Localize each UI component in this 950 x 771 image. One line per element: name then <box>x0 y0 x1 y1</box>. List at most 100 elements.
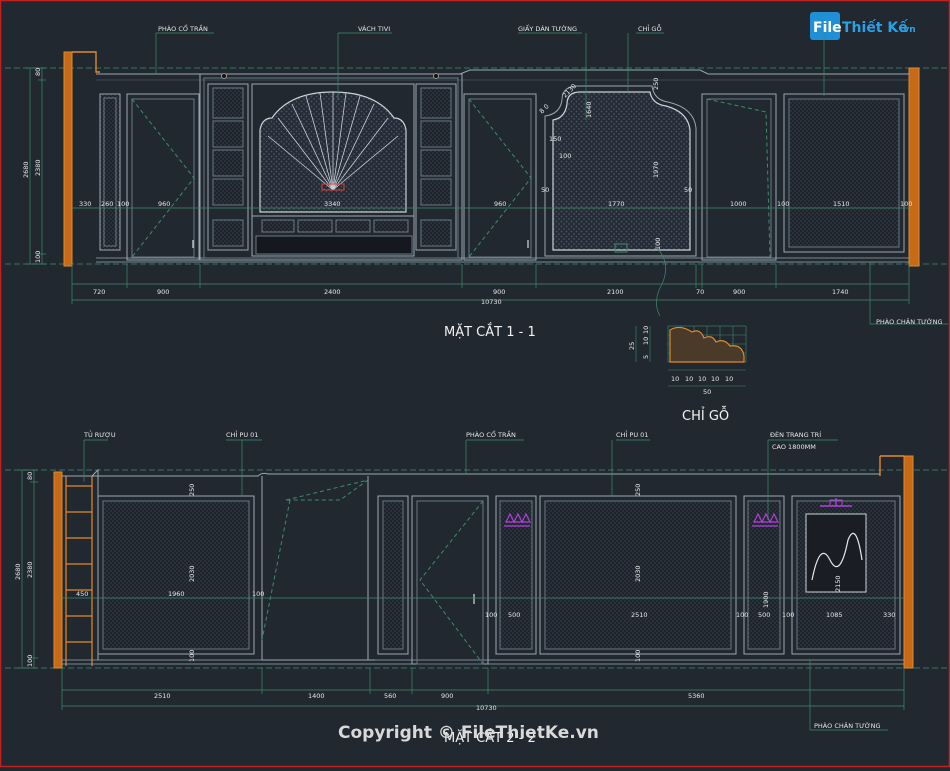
wallpaper-niche <box>544 85 697 257</box>
s2-inner-dim-4: 500 <box>508 611 520 619</box>
cad-drawing-canvas: File Thiết Kế .vn 2680 2380 80 100 330 2… <box>0 0 950 768</box>
s1-inner-dim-7: 1770 <box>608 200 625 208</box>
s1-niche-dim-2: 1970 <box>652 161 660 178</box>
detail-vdim-3: 5 <box>642 355 650 359</box>
s2-total-width: 10730 <box>476 704 497 712</box>
s1-bottom-dim-1: 900 <box>157 288 169 296</box>
tv-wall-unit <box>199 73 463 261</box>
s1-bottom-dim-3: 900 <box>493 288 505 296</box>
s2-height-bottom: 100 <box>26 655 34 667</box>
wall-panel-right <box>783 93 905 253</box>
s1-niche-dim-7: 250 <box>652 78 660 90</box>
label-phao-co-tran-2: PHÀO CỔ TRẦN <box>466 429 516 439</box>
logo-domain-text: .vn <box>900 25 916 35</box>
s1-inner-dim-9: 1000 <box>730 200 747 208</box>
s2-inner-dim-10: 330 <box>883 611 895 619</box>
s2-vert-dim-1: 2030 <box>188 565 196 582</box>
detail-hdim-4: 10 <box>725 375 733 383</box>
detail-title: CHỈ GỖ <box>682 406 729 424</box>
s1-niche-dim-4: 150 <box>549 135 561 143</box>
painting-panel <box>791 495 901 655</box>
s1-bottom-dim-6: 900 <box>733 288 745 296</box>
detail-hdim-1: 10 <box>685 375 693 383</box>
label-chi-pu-right: CHỈ PU 01 <box>616 430 648 439</box>
chi-go-detail: 25 10 10 5 10 10 10 10 10 50 CHỈ GỖ <box>628 325 747 424</box>
s2-vert-dim-3: 250 <box>634 484 642 496</box>
filethietke-logo: File Thiết Kế .vn <box>810 12 916 40</box>
label-phao-chan-tuong-2: PHÀO CHÂN TƯỜNG <box>814 721 881 730</box>
detail-vdim-1: 10 <box>642 326 650 334</box>
s1-inner-dim-1: 260 <box>101 200 113 208</box>
label-tu-ruou: TỦ RƯỢU <box>83 429 116 439</box>
s2-vert-dim-5: 100 <box>634 650 642 662</box>
logo-file-text: File <box>813 20 842 36</box>
s2-inner-dim-6: 100 <box>736 611 748 619</box>
s2-bottom-dim-2: 560 <box>384 692 396 700</box>
s2-vert-dim-4: 2030 <box>634 565 642 582</box>
s1-height-bottom: 100 <box>34 251 42 263</box>
s1-total-width: 10730 <box>481 298 502 306</box>
s1-bottom-dim-7: 1740 <box>832 288 849 296</box>
s2-inner-dim-0: 450 <box>76 590 88 598</box>
s2-inner-dim-8: 100 <box>782 611 794 619</box>
s1-bottom-dim-0: 720 <box>93 288 105 296</box>
right-wall-2 <box>903 455 914 669</box>
door-middle <box>463 93 537 261</box>
s1-inner-dim-3: 960 <box>158 200 170 208</box>
s1-inner-dim-11: 1510 <box>833 200 850 208</box>
s2-vert-dim-7: 2150 <box>834 575 842 592</box>
ceiling-cornice <box>96 69 909 75</box>
door-right <box>701 93 777 261</box>
s1-inner-dim-12: 100 <box>900 200 912 208</box>
s2-inner-dim-9: 1085 <box>826 611 843 619</box>
s1-height-main: 2380 <box>34 159 42 176</box>
s2-bottom-dim-3: 900 <box>441 692 453 700</box>
detail-hdim-2: 10 <box>698 375 706 383</box>
section-2-2-elevation: 2680 2380 80 100 450 1960 100 100 500 25… <box>5 429 948 746</box>
right-wall <box>908 67 920 267</box>
s2-vert-dim-6: 1900 <box>762 591 770 608</box>
logo-brand-text: Thiết Kế <box>842 19 908 36</box>
s2-inner-dim-2: 100 <box>252 590 264 598</box>
s1-inner-dim-0: 330 <box>79 200 91 208</box>
s1-bottom-dim-4: 2100 <box>607 288 624 296</box>
detail-total: 50 <box>703 388 711 396</box>
s2-inner-dim-1: 1960 <box>168 590 185 598</box>
wine-cabinet <box>65 476 93 666</box>
s1-niche-dim-6: 100 <box>654 238 662 250</box>
s1-inner-dim-5: 960 <box>494 200 506 208</box>
label-den-trang-tri: ĐÈN TRANG TRÍ <box>770 430 821 439</box>
section-1-1-elevation: 2680 2380 80 100 330 260 100 960 3340 96… <box>5 23 948 340</box>
label-cao: CAO 1800MM <box>772 443 816 451</box>
s1-inner-dim-8: 50 <box>684 186 692 194</box>
s1-niche-dim-3: 100 <box>559 152 571 160</box>
s1-inner-dim-4: 3340 <box>324 200 341 208</box>
section-1-title: MẶT CẮT 1 - 1 <box>444 323 536 340</box>
s2-inner-dim-3: 100 <box>485 611 497 619</box>
pu-panel-left <box>97 495 255 655</box>
label-phao-co-tran-1: PHÀO CỔ TRẦN <box>158 23 208 33</box>
detail-hdim-0: 10 <box>671 375 679 383</box>
s2-bottom-dim-1: 1400 <box>308 692 325 700</box>
label-chi-go: CHỈ GỖ <box>638 23 662 33</box>
s1-height-total: 2680 <box>22 161 30 178</box>
s2-height-main: 2380 <box>26 561 34 578</box>
s1-inner-dim-2: 100 <box>117 200 129 208</box>
s2-vert-dim-2: 100 <box>188 650 196 662</box>
left-wall-2 <box>53 471 63 669</box>
detail-vdim-2: 10 <box>642 337 650 345</box>
s2-bottom-dim-4: 5360 <box>688 692 705 700</box>
s1-height-top: 80 <box>34 68 42 76</box>
s1-inner-dim-10: 100 <box>777 200 789 208</box>
detail-vdim-0: 25 <box>628 342 636 350</box>
s2-vert-dim-0: 250 <box>188 484 196 496</box>
door-left <box>126 93 200 261</box>
s2-inner-dim-5: 2510 <box>631 611 648 619</box>
detail-hdim-3: 10 <box>711 375 719 383</box>
copyright-watermark: Copyright © FileThietKe.vn <box>338 723 599 743</box>
left-wall <box>63 51 73 267</box>
s2-bottom-dim-0: 2510 <box>154 692 171 700</box>
s2-height-total: 2680 <box>14 563 22 580</box>
s2-inner-dim-7: 500 <box>758 611 770 619</box>
label-vach-tivi: VÁCH TIVI <box>358 24 390 33</box>
